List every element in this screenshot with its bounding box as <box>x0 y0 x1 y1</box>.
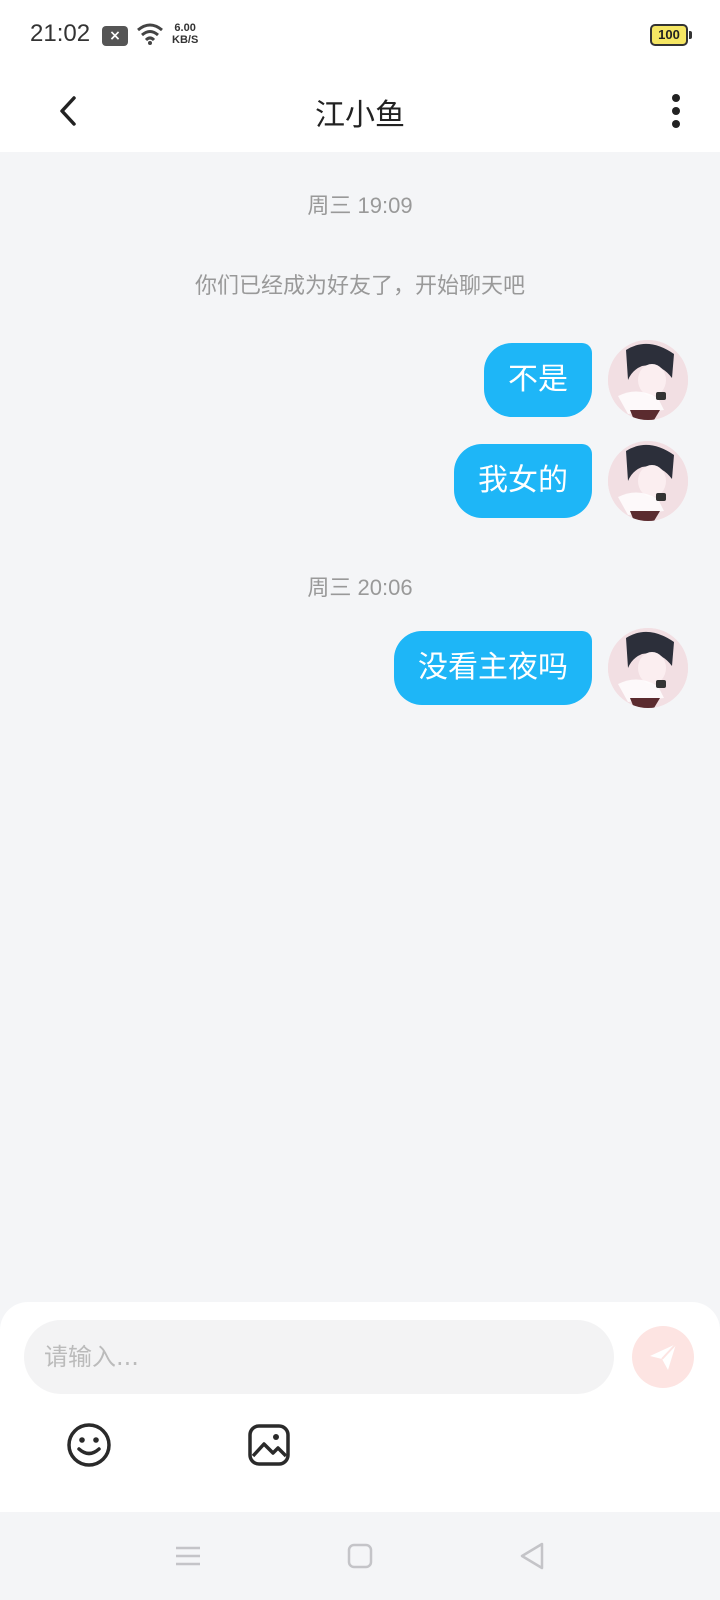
wifi-icon <box>137 23 163 45</box>
more-options-button[interactable] <box>656 86 696 136</box>
timestamp: 周三 19:09 <box>307 193 413 218</box>
battery-level: 100 <box>658 27 680 42</box>
message-bubble[interactable]: 不是 <box>484 343 592 417</box>
page-title: 江小鱼 <box>315 98 405 133</box>
chat-area[interactable]: 周三 19:09 你们已经成为好友了，开始聊天吧 不是 我女的 周三 20:06… <box>0 152 720 1302</box>
avatar-image <box>608 340 688 420</box>
avatar[interactable] <box>608 628 688 708</box>
status-time: 21:02 <box>30 20 91 47</box>
message-row: 不是 <box>484 340 688 420</box>
system-message: 你们已经成为好友了，开始聊天吧 <box>194 274 525 299</box>
image-button[interactable] <box>244 1420 294 1470</box>
message-row: 我女的 <box>454 441 688 521</box>
message-row: 没看主夜吗 <box>394 628 688 708</box>
timestamp: 周三 20:06 <box>307 575 413 600</box>
message-bubble[interactable]: 我女的 <box>454 444 592 518</box>
avatar[interactable] <box>608 441 688 521</box>
avatar[interactable] <box>608 340 688 420</box>
network-speed-unit: KB/S <box>172 34 199 46</box>
menu-nav-button[interactable] <box>172 1540 204 1572</box>
emoji-button[interactable] <box>64 1420 114 1470</box>
back-nav-button[interactable] <box>516 1540 548 1572</box>
notification-icon: × <box>102 26 128 46</box>
composer-panel <box>0 1302 720 1512</box>
message-input[interactable] <box>24 1320 614 1394</box>
chat-header: 江小鱼 <box>0 72 720 152</box>
message-bubble[interactable]: 没看主夜吗 <box>394 631 592 705</box>
home-nav-button[interactable] <box>344 1540 376 1572</box>
battery-icon: 100 <box>650 24 692 46</box>
avatar-image <box>608 441 688 521</box>
send-button[interactable] <box>632 1326 694 1388</box>
network-speed-value: 6.00 <box>174 22 196 34</box>
avatar-image <box>608 628 688 708</box>
network-speed: 6.00 KB/S <box>172 22 198 46</box>
send-icon <box>650 1343 677 1370</box>
system-nav-bar <box>0 1512 720 1600</box>
status-bar: 21:02 × 6.00 KB/S 100 <box>0 0 720 72</box>
